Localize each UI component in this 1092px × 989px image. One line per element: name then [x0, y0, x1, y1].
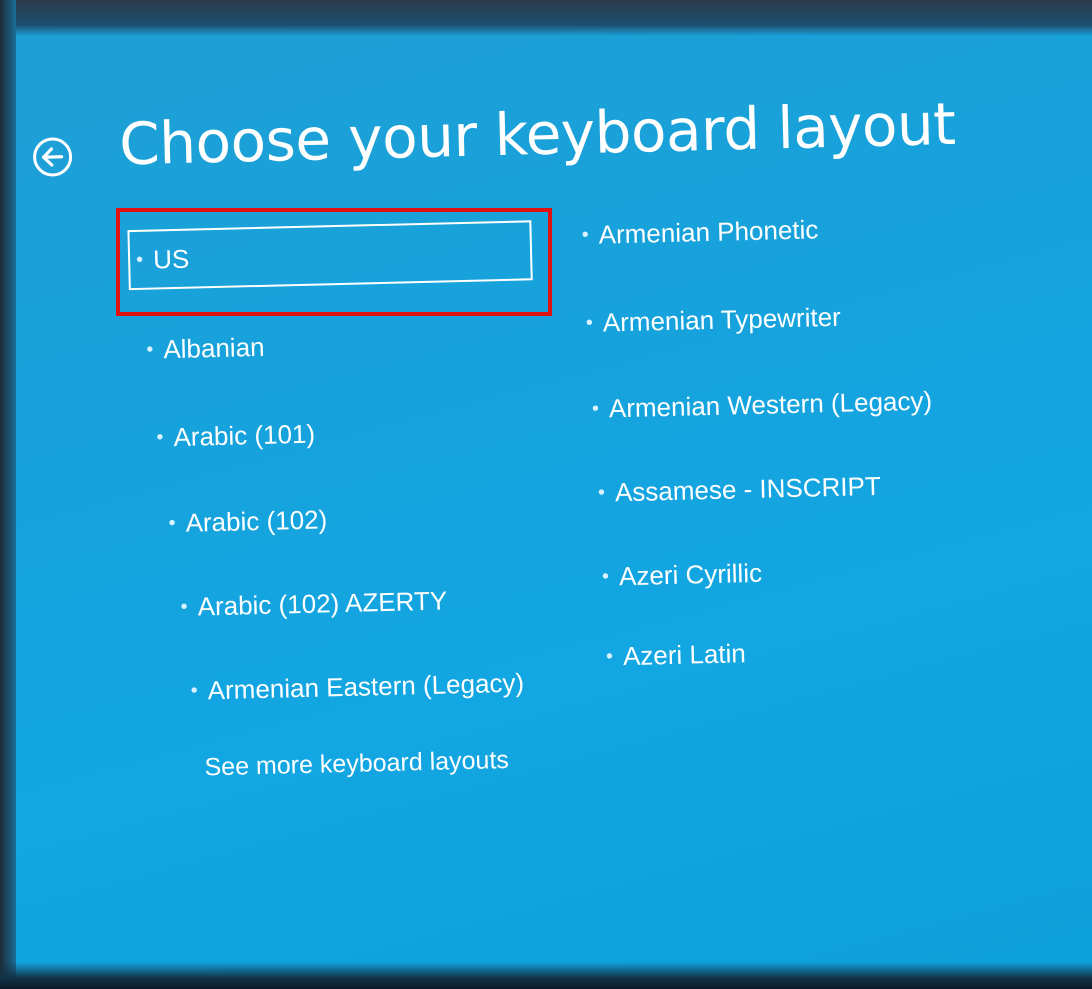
back-button[interactable] [31, 135, 74, 178]
bullet-icon: • [168, 512, 176, 535]
layout-label: Arabic (102) AZERTY [197, 584, 448, 622]
layout-item-armenian-typewriter[interactable]: • Armenian Typewriter [585, 289, 842, 351]
layout-label: Armenian Phonetic [598, 213, 819, 250]
layout-item-arabic-102-azerty[interactable]: • Arabic (102) AZERTY [180, 572, 448, 634]
layout-label: Assamese - INSCRIPT [614, 470, 882, 507]
bullet-icon: • [135, 248, 144, 271]
layout-item-arabic-101[interactable]: • Arabic (101) [156, 406, 316, 466]
layout-item-armenian-phonetic[interactable]: • Armenian Phonetic [581, 201, 819, 263]
layout-item-assamese-inscript[interactable]: • Assamese - INSCRIPT [597, 458, 881, 521]
layout-item-azeri-latin[interactable]: • Azeri Latin [605, 625, 746, 684]
bullet-icon: • [156, 426, 164, 449]
page-content: Choose your keyboard layout • US • Alban… [0, 0, 1092, 989]
layout-item-albanian[interactable]: • Albanian [146, 319, 266, 378]
layout-label: Armenian Typewriter [602, 301, 842, 338]
layout-label: Azeri Latin [622, 637, 747, 671]
recovery-screen: Choose your keyboard layout • US • Alban… [0, 0, 1092, 989]
bullet-icon: • [180, 595, 188, 618]
bullet-icon: • [146, 338, 154, 361]
bullet-icon: • [585, 311, 594, 334]
layout-item-azeri-cyrillic[interactable]: • Azeri Cyrillic [601, 545, 763, 605]
layout-label: Armenian Eastern (Legacy) [207, 667, 525, 705]
bullet-icon: • [581, 223, 589, 247]
layout-item-us[interactable]: • US [127, 219, 533, 291]
page-title: Choose your keyboard layout [118, 89, 957, 179]
layout-item-arabic-102[interactable]: • Arabic (102) [168, 491, 328, 551]
layout-label: Albanian [162, 331, 265, 364]
back-arrow-icon [33, 137, 73, 177]
bullet-icon: • [601, 565, 610, 588]
layout-label: US [152, 243, 190, 275]
layout-label: Arabic (101) [173, 418, 316, 452]
layout-label: Arabic (102) [185, 503, 328, 538]
layout-item-armenian-eastern-legacy[interactable]: • Armenian Eastern (Legacy) [190, 655, 525, 719]
bullet-icon: • [597, 481, 606, 504]
bullet-icon: • [605, 645, 614, 668]
layout-label: Azeri Cyrillic [618, 557, 763, 591]
bullet-icon: • [190, 679, 198, 702]
see-more-layouts-link[interactable]: See more keyboard layouts [204, 746, 509, 782]
layout-label: Armenian Western (Legacy) [608, 385, 933, 423]
bullet-icon: • [591, 397, 600, 420]
layout-item-armenian-western-legacy[interactable]: • Armenian Western (Legacy) [591, 373, 933, 437]
